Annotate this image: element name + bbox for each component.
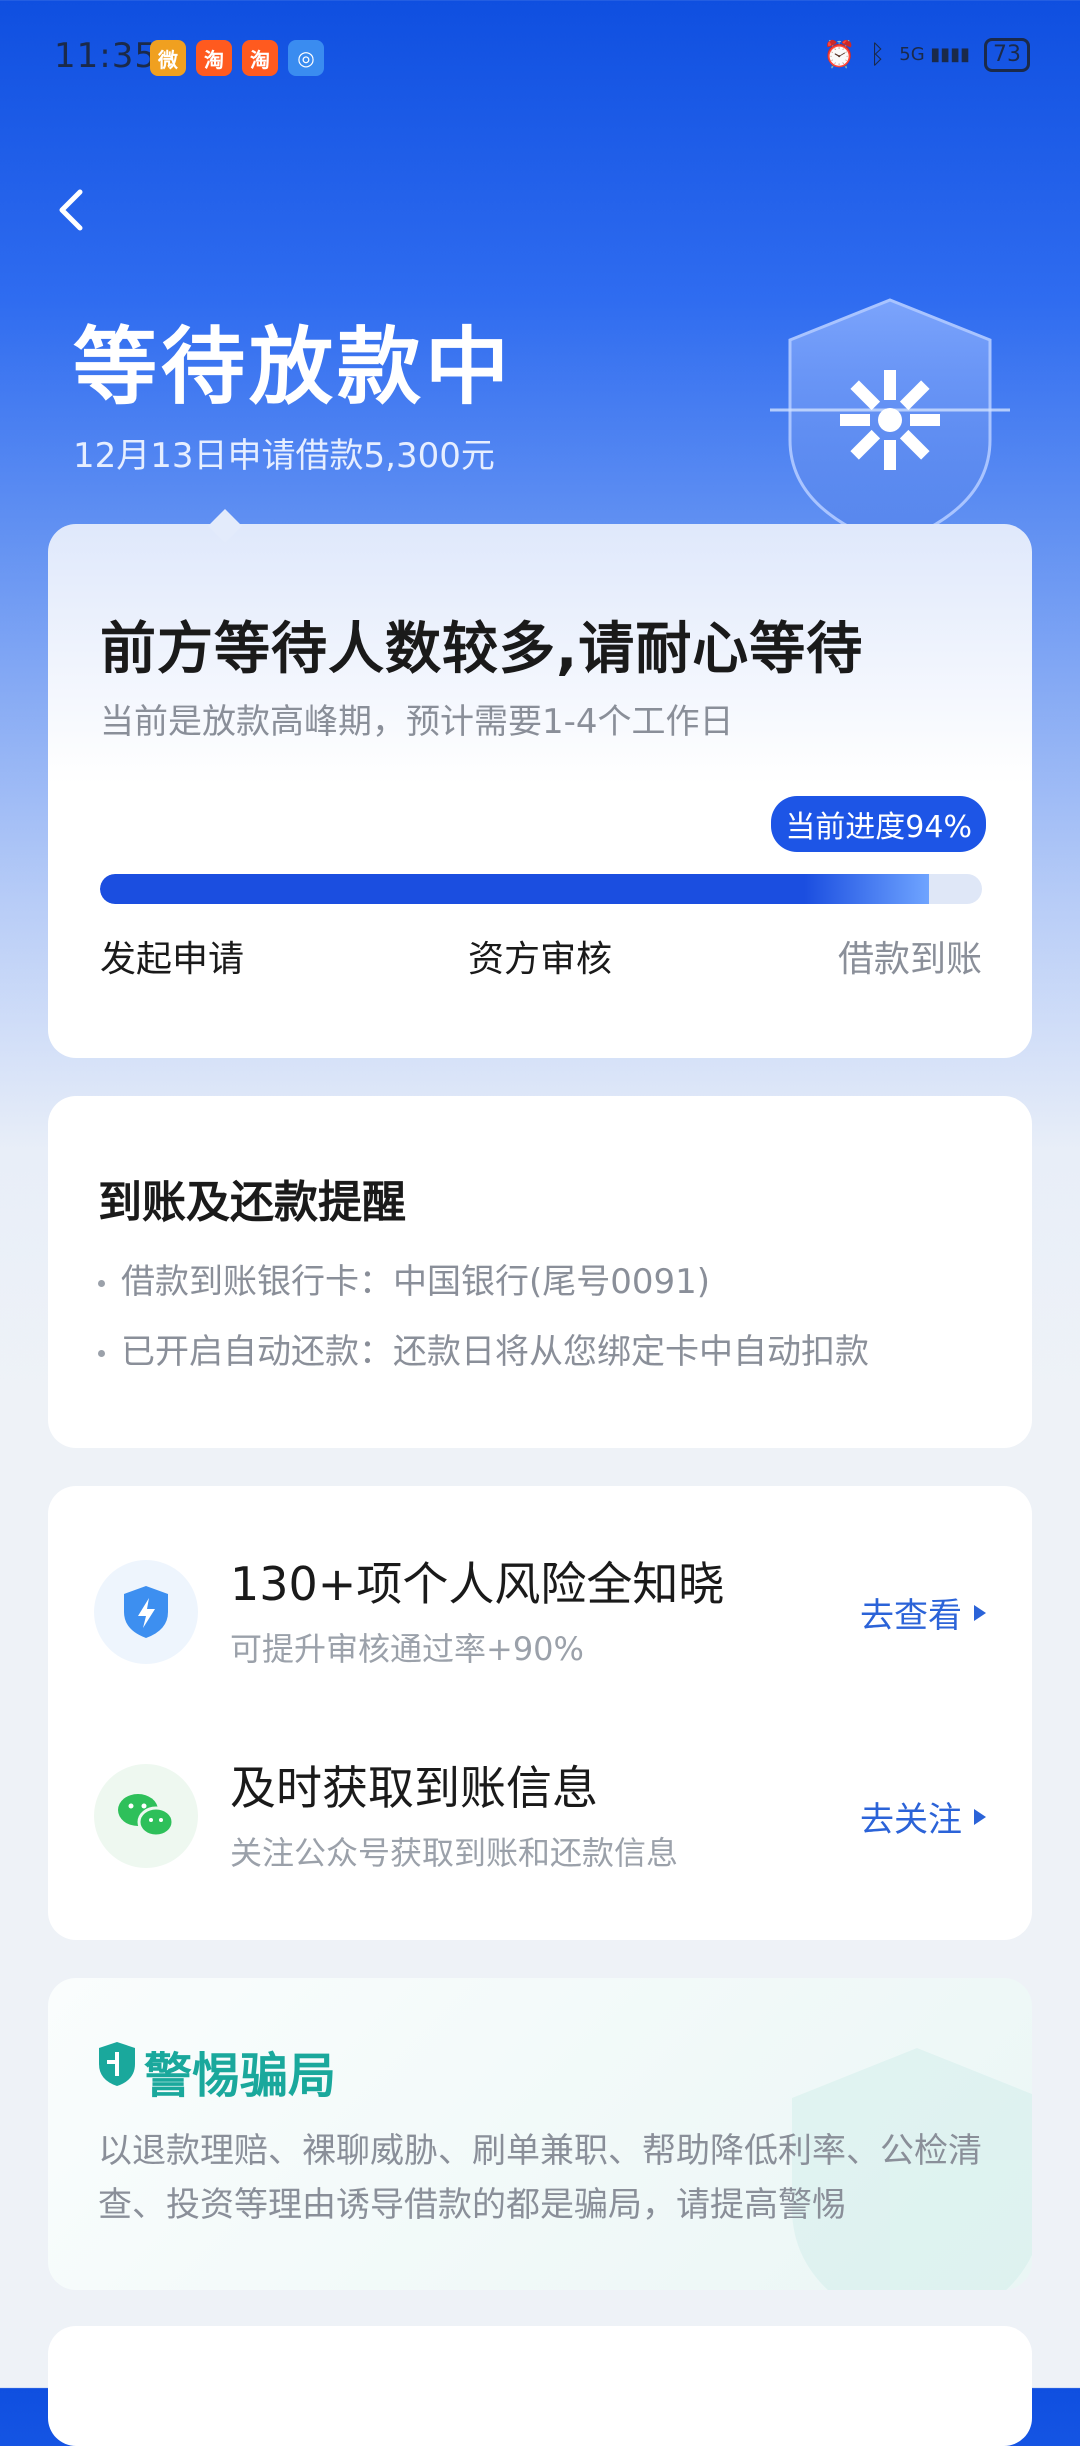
follow-button[interactable]: 去关注 — [860, 1792, 986, 1841]
system-icons: ⏰ ᛒ 5G ▮▮▮▮ 73 — [823, 38, 1030, 72]
weibo-icon: 微 — [150, 40, 186, 76]
service-subtitle: 可提升审核通过率+90% — [230, 1630, 584, 1668]
reminder-bank-line: 借款到账银行卡：中国银行(尾号0091) — [98, 1254, 710, 1303]
step-apply: 发起申请 — [100, 939, 245, 980]
service-title: 及时获取到账信息 — [230, 1761, 598, 1815]
progress-bar — [100, 874, 982, 904]
next-card — [48, 2326, 1032, 2446]
play-arrow-icon — [974, 1808, 986, 1825]
back-button[interactable] — [44, 180, 104, 240]
status-time: 11:35 — [54, 36, 157, 76]
wechat-icon — [94, 1764, 198, 1868]
shield-loading-icon — [770, 298, 1010, 547]
service-card: 130+项个人风险全知晓 可提升审核通过率+90% 去查看 及时获取到账信息 关… — [48, 1486, 1032, 1940]
shield-check-icon — [99, 2042, 135, 2086]
lightning-shield-icon — [94, 1560, 198, 1664]
bluetooth-icon: ᛒ — [869, 40, 886, 70]
taobao-icon: 淘 — [242, 40, 278, 76]
progress-badge: 当前进度94% — [771, 796, 986, 852]
view-button[interactable]: 去查看 — [860, 1588, 986, 1637]
progress-title: 前方等待人数较多,请耐心等待 — [100, 617, 864, 682]
fraud-text: 以退款理赔、裸聊威胁、刷单兼职、帮助降低利率、公检清查、投资等理由诱导借款的都是… — [98, 2131, 982, 2225]
fraud-warning-card: 警惕骗局 以退款理赔、裸聊威胁、刷单兼职、帮助降低利率、公检清查、投资等理由诱导… — [48, 1978, 1032, 2290]
progress-card: 前方等待人数较多,请耐心等待 当前是放款高峰期，预计需要1-4个工作日 当前进度… — [48, 509, 1032, 1058]
taobao-icon: 淘 — [196, 40, 232, 76]
loan-subtitle: 12月13日申请借款5,300元 — [73, 436, 495, 476]
step-disbursed: 借款到账 — [837, 939, 982, 980]
reminder-autopay-line: 已开启自动还款：还款日将从您绑定卡中自动扣款 — [98, 1324, 869, 1373]
page-title: 等待放款中 — [73, 318, 514, 416]
progress-fill — [100, 874, 930, 904]
service-subtitle: 关注公众号获取到账和还款信息 — [230, 1834, 679, 1872]
notification-icons: 微 淘 淘 ◎ — [150, 40, 324, 76]
play-arrow-icon — [974, 1604, 986, 1621]
service-title: 130+项个人风险全知晓 — [230, 1557, 725, 1611]
chevron-left-icon — [59, 189, 83, 231]
status-bar: 11:35 微 淘 淘 ◎ ⏰ ᛒ 5G ▮▮▮▮ 73 — [0, 0, 1080, 120]
step-review: 资方审核 — [468, 939, 613, 980]
service-risk-report[interactable]: 130+项个人风险全知晓 可提升审核通过率+90% 去查看 — [48, 1548, 1032, 1688]
reminder-card: 到账及还款提醒 借款到账银行卡：中国银行(尾号0091) 已开启自动还款：还款日… — [48, 1096, 1032, 1448]
fraud-title: 警惕骗局 — [144, 2048, 337, 2104]
service-wechat-follow[interactable]: 及时获取到账信息 关注公众号获取到账和还款信息 去关注 — [48, 1752, 1032, 1892]
battery-icon: 73 — [984, 38, 1030, 72]
progress-subtitle: 当前是放款高峰期，预计需要1-4个工作日 — [100, 702, 734, 742]
reminder-title: 到账及还款提醒 — [98, 1177, 406, 1228]
browser-icon: ◎ — [288, 40, 324, 76]
signal-icon: 5G ▮▮▮▮ — [899, 44, 970, 65]
alarm-icon: ⏰ — [823, 40, 856, 70]
